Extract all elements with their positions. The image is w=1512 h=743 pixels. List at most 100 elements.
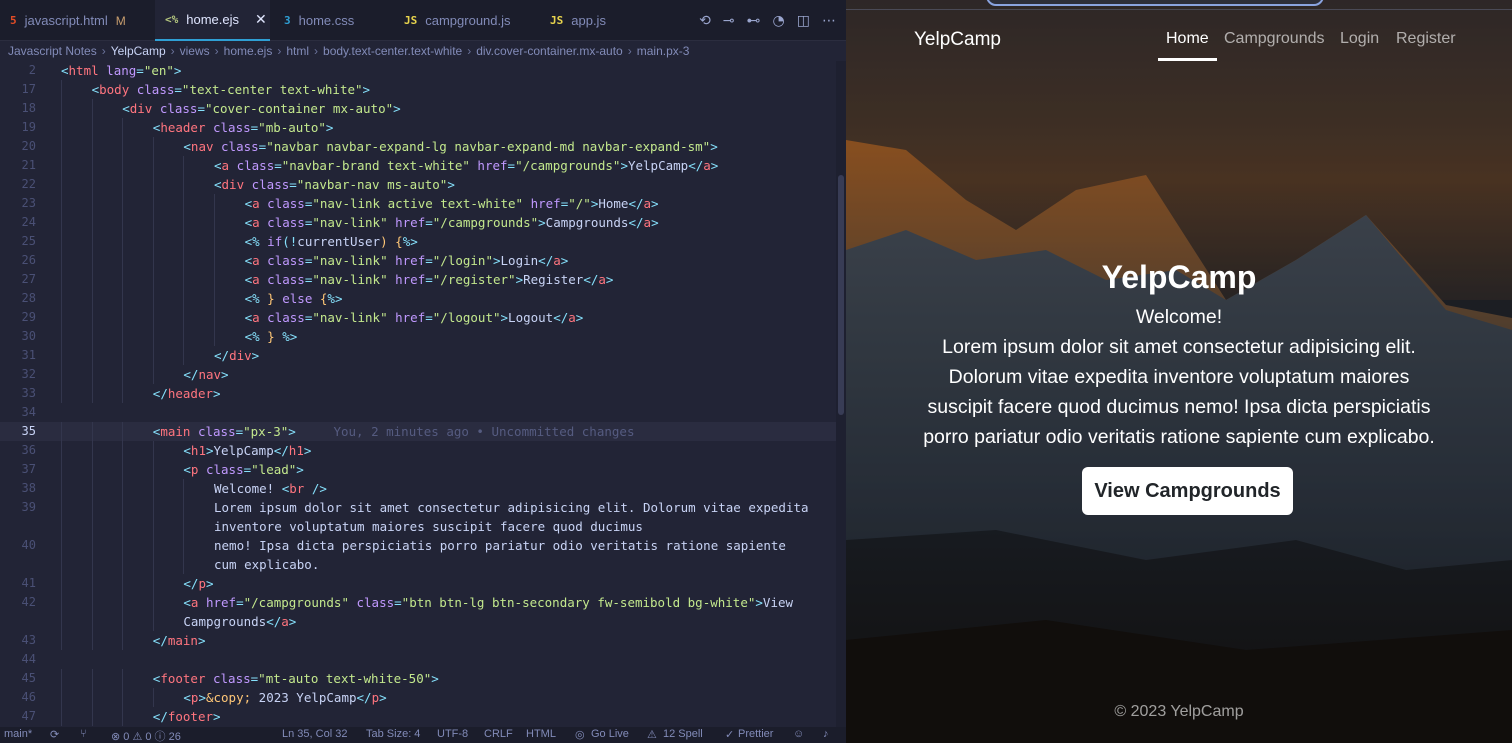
code-line[interactable]: 41 </p>: [0, 574, 846, 593]
code-token: "nav-link": [312, 310, 388, 325]
code-line[interactable]: cum explicabo.: [0, 555, 846, 574]
code-line[interactable]: 26 <a class="nav-link" href="/login">Logi…: [0, 251, 846, 270]
breadcrumb-item[interactable]: views: [180, 44, 210, 58]
indent-guide: [122, 270, 124, 289]
indent-guide: [61, 308, 62, 327]
feedback-icon[interactable]: ☺: [793, 728, 804, 740]
indent-guide: [91, 251, 93, 270]
code-line[interactable]: 32 </nav>: [0, 365, 846, 384]
language-mode[interactable]: HTML: [526, 728, 556, 740]
code-line[interactable]: 46 <p>&copy; 2023 YelpCamp</p>: [0, 688, 846, 707]
code-line[interactable]: inventore voluptatum maiores suscipit fa…: [0, 517, 846, 536]
code-line[interactable]: 34: [0, 403, 846, 422]
code-line[interactable]: 24 <a class="nav-link" href="/campgrounds…: [0, 213, 846, 232]
breadcrumb-item[interactable]: html: [286, 44, 309, 58]
code-line[interactable]: 20 <nav class="navbar navbar-expand-lg na…: [0, 137, 846, 156]
branch-indicator[interactable]: main*: [4, 728, 32, 740]
code-line[interactable]: 30 <% } %>: [0, 327, 846, 346]
code-token: =: [425, 310, 433, 325]
code-line[interactable]: 29 <a class="nav-link" href="/logout">Log…: [0, 308, 846, 327]
code-line[interactable]: 19 <header class="mb-auto">: [0, 118, 846, 137]
code-line[interactable]: 23 <a class="nav-link active text-white" …: [0, 194, 846, 213]
code-text: </p>: [183, 574, 213, 593]
code-line[interactable]: 22 <div class="navbar-nav ms-auto">: [0, 175, 846, 194]
code-token: class: [198, 462, 244, 477]
breadcrumb-item[interactable]: YelpCamp: [111, 44, 166, 58]
code-line[interactable]: 35 <main class="px-3"> You, 2 minutes ago…: [0, 422, 846, 441]
code-line[interactable]: 45 <footer class="mt-auto text-white-50">: [0, 669, 846, 688]
breadcrumb-item[interactable]: div.cover-container.mx-auto: [476, 44, 623, 58]
code-token: "navbar navbar-expand-lg navbar-expand-m…: [266, 139, 711, 154]
code-editor[interactable]: 5 javascript.html M <% home.ejs ✕ 3 home…: [0, 0, 846, 743]
line-ending[interactable]: CRLF: [484, 728, 513, 740]
code-line[interactable]: 2 <html lang="en">: [0, 61, 846, 80]
prettier-status[interactable]: Prettier: [738, 728, 773, 740]
code-line[interactable]: 21 <a class="navbar-brand text-white" hre…: [0, 156, 846, 175]
nav-campgrounds[interactable]: Campgrounds: [1224, 30, 1325, 48]
indent-guide: [152, 593, 154, 612]
code-line[interactable]: 36 <h1>YelpCamp</h1>: [0, 441, 846, 460]
indent-guide: [152, 137, 154, 156]
cursor-position[interactable]: Ln 35, Col 32: [282, 728, 347, 740]
problems-indicator[interactable]: ⊗ 0 ⚠ 0 ⓘ 26: [111, 728, 181, 743]
code-line[interactable]: 27 <a class="nav-link" href="/register">R…: [0, 270, 846, 289]
git-graph-icon[interactable]: ⑂: [80, 728, 87, 740]
code-line[interactable]: 43 </main>: [0, 631, 846, 650]
code-line[interactable]: 18 <div class="cover-container mx-auto">: [0, 99, 846, 118]
code-text: <div class="cover-container mx-auto">: [122, 99, 400, 118]
breadcrumb-item[interactable]: Javascript Notes: [8, 44, 97, 58]
code-line[interactable]: 31 </div>: [0, 346, 846, 365]
code-line[interactable]: 47 </footer>: [0, 707, 846, 726]
nav-login[interactable]: Login: [1340, 30, 1379, 48]
timeline-icon[interactable]: ◔: [773, 13, 785, 29]
scrollbar-thumb[interactable]: [838, 175, 844, 415]
go-back-icon[interactable]: ⟲: [699, 13, 711, 29]
nav-register[interactable]: Register: [1396, 30, 1456, 48]
git-commit-icon[interactable]: ⊸: [723, 13, 735, 29]
indent-guide: [61, 80, 62, 99]
code-line[interactable]: 39 Lorem ipsum dolor sit amet consectetur…: [0, 498, 846, 517]
code-area[interactable]: 2 <html lang="en"> 17 <body class="text-cen…: [0, 61, 846, 727]
tab-app-js[interactable]: JS app.js: [540, 0, 630, 41]
indent-guide: [152, 327, 154, 346]
close-icon[interactable]: ✕: [255, 11, 267, 28]
line-number: 22: [21, 177, 36, 191]
code-line[interactable]: 25 <% if(!currentUser) {%>: [0, 232, 846, 251]
tab-home-ejs[interactable]: <% home.ejs ✕: [155, 0, 270, 41]
tab-javascript-html[interactable]: 5 javascript.html M: [0, 0, 155, 41]
breadcrumb-item[interactable]: main.px-3: [637, 44, 690, 58]
tab-campground-js[interactable]: JS campground.js: [394, 0, 534, 41]
tab-size[interactable]: Tab Size: 4: [366, 728, 420, 740]
nav-home[interactable]: Home: [1166, 30, 1209, 48]
code-line[interactable]: 17 <body class="text-center text-white">: [0, 80, 846, 99]
code-line[interactable]: 37 <p class="lead">: [0, 460, 846, 479]
breadcrumb-item[interactable]: body.text-center.text-white: [323, 44, 462, 58]
code-token: class: [259, 253, 305, 268]
notifications-icon[interactable]: ♪: [823, 728, 829, 740]
go-live-button[interactable]: Go Live: [591, 728, 629, 740]
code-line[interactable]: 40 nemo! Ipsa dicta perspiciatis porro pa…: [0, 536, 846, 555]
line-number: 24: [21, 215, 36, 229]
split-editor-icon[interactable]: ◫: [797, 13, 810, 29]
code-line[interactable]: 33 </header>: [0, 384, 846, 403]
code-line[interactable]: 38 Welcome! <br />: [0, 479, 846, 498]
address-bar[interactable]: [986, 0, 1324, 6]
code-token: div: [221, 177, 245, 192]
code-line[interactable]: 28 <% } else {%>: [0, 289, 846, 308]
code-text: <div class="navbar-nav ms-auto">: [214, 175, 455, 194]
css-file-icon: 3: [284, 14, 291, 27]
spell-check[interactable]: 12 Spell: [663, 728, 703, 740]
navbar-brand[interactable]: YelpCamp: [914, 29, 1001, 51]
code-line[interactable]: 42 <a href="/campgrounds" class="btn btn-…: [0, 593, 846, 612]
sync-icon[interactable]: ⟳: [50, 728, 59, 741]
code-token: >: [447, 177, 455, 192]
git-compare-icon[interactable]: ⊷: [747, 13, 761, 29]
breadcrumb-item[interactable]: home.ejs: [224, 44, 273, 58]
encoding[interactable]: UTF-8: [437, 728, 468, 740]
more-actions-icon[interactable]: ⋯: [822, 13, 836, 29]
code-token: href: [198, 595, 237, 610]
tab-home-css[interactable]: 3 home.css: [274, 0, 394, 41]
code-line[interactable]: 44: [0, 650, 846, 669]
view-campgrounds-button[interactable]: View Campgrounds: [1082, 467, 1293, 515]
code-line[interactable]: Campgrounds</a>: [0, 612, 846, 631]
